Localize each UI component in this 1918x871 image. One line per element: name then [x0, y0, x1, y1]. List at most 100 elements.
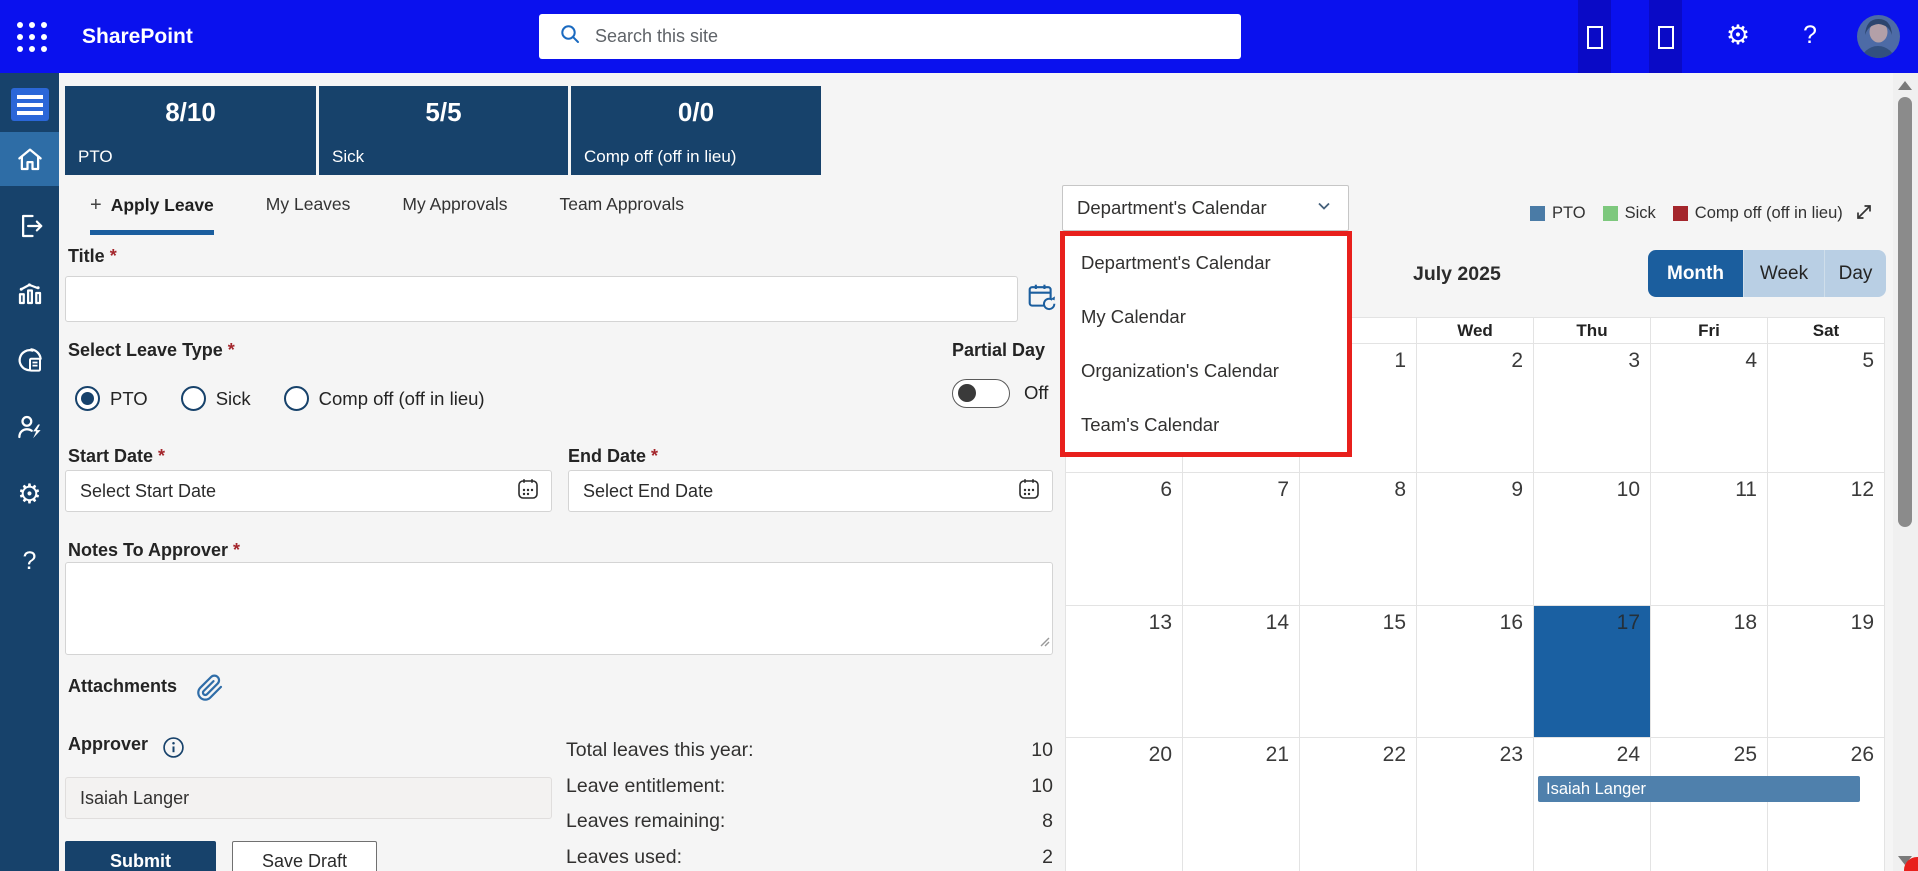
radio-circle	[283, 386, 309, 411]
calendar-cell[interactable]: 23	[1417, 738, 1534, 871]
date-picker-icon[interactable]	[515, 476, 541, 507]
leave-summary: Total leaves this year: 10 Leave entitleme…	[566, 733, 1053, 871]
sharepoint-brand[interactable]: SharePoint	[82, 0, 193, 73]
calendar-cell[interactable]: 4	[1651, 344, 1768, 473]
end-date-input[interactable]: Select End Date	[568, 470, 1053, 512]
site-search-input[interactable]: Search this site	[539, 14, 1241, 59]
paperclip-icon[interactable]	[196, 674, 224, 707]
tab-my-approvals[interactable]: My Approvals	[402, 194, 507, 235]
calendar-cell[interactable]: 7	[1183, 473, 1300, 606]
calendar-cell[interactable]: 6	[1066, 473, 1183, 606]
calendar-cell[interactable]: 25	[1651, 738, 1768, 871]
calendar-cell[interactable]: 17	[1534, 606, 1651, 738]
calendar-cell[interactable]: 14	[1183, 606, 1300, 738]
menu-item-organization-s-calendar[interactable]: Organization's Calendar	[1065, 344, 1347, 398]
leave-type-radio-pto[interactable]: PTO	[75, 386, 148, 411]
radio-label: Sick	[215, 387, 251, 409]
left-nav: ⚙?	[0, 73, 59, 871]
sidebar-item-user-admin[interactable]	[0, 400, 59, 454]
tab-apply-leave[interactable]: + Apply Leave	[90, 194, 214, 235]
settings-gear-icon[interactable]: ⚙	[1720, 0, 1756, 73]
unknown-glyph-icon[interactable]	[1587, 26, 1603, 49]
sidebar-item-menu[interactable]	[0, 84, 59, 125]
approver-label: Approver	[68, 734, 149, 754]
expand-icon[interactable]	[1853, 201, 1875, 228]
calendar-cell[interactable]: 26	[1768, 738, 1885, 871]
calendar-cell[interactable]: 22	[1300, 738, 1417, 871]
scroll-up-arrow[interactable]	[1898, 81, 1912, 90]
calendar-cell[interactable]: 20	[1066, 738, 1183, 871]
calendar-cell[interactable]: 3	[1534, 344, 1651, 473]
calendar-cell[interactable]: 10	[1534, 473, 1651, 606]
menu-item-department-s-calendar[interactable]: Department's Calendar	[1065, 236, 1347, 290]
help-icon[interactable]: ?	[1792, 0, 1828, 73]
summary-row: Total leaves this year: 10	[566, 733, 1053, 769]
header-band	[1578, 0, 1611, 73]
stat-card-label: PTO	[78, 147, 113, 166]
legend-item-pto: PTO	[1530, 204, 1586, 223]
save-draft-button[interactable]: Save Draft	[232, 841, 377, 871]
tab-my-leaves[interactable]: My Leaves	[266, 194, 351, 235]
calendar-cell[interactable]: 21	[1183, 738, 1300, 871]
calendar-cell[interactable]: 11	[1651, 473, 1768, 606]
calendar-cell[interactable]: 8	[1300, 473, 1417, 606]
sidebar-item-sign-out[interactable]	[0, 199, 59, 253]
user-avatar[interactable]	[1857, 15, 1900, 58]
summary-row: Leave entitlement: 10	[566, 769, 1053, 805]
header-band	[1649, 0, 1682, 73]
notes-textarea[interactable]	[65, 562, 1053, 655]
calendar-event[interactable]: Isaiah Langer	[1538, 776, 1860, 802]
unknown-glyph-icon[interactable]	[1658, 26, 1674, 49]
info-icon[interactable]	[162, 736, 185, 764]
calendar-cell[interactable]: 12	[1768, 473, 1885, 606]
resize-handle[interactable]	[1038, 634, 1050, 652]
scrollbar-thumb[interactable]	[1898, 97, 1912, 527]
leave-type-radio-group: PTO Sick Comp off (off in lieu)	[75, 386, 485, 411]
legend-item-comp: Comp off (off in lieu)	[1672, 204, 1843, 223]
view-button-day[interactable]: Day	[1824, 250, 1886, 297]
leave-type-radio-comp[interactable]: Comp off (off in lieu)	[283, 386, 485, 411]
calendar-sync-icon[interactable]	[1026, 281, 1058, 318]
calendar-cell[interactable]: 5	[1768, 344, 1885, 473]
calendar-cell[interactable]: 13	[1066, 606, 1183, 738]
sidebar-item-help[interactable]: ?	[0, 534, 59, 588]
summary-row: Leaves remaining: 8	[566, 804, 1053, 840]
date-picker-icon[interactable]	[1016, 476, 1042, 507]
view-button-month[interactable]: Month	[1648, 250, 1743, 297]
plus-icon: +	[90, 194, 102, 216]
suite-header: SharePoint Search this site ⚙ ?	[0, 0, 1918, 73]
legend-swatch	[1530, 206, 1545, 221]
sidebar-item-analytics[interactable]	[0, 266, 59, 320]
calendar-cell[interactable]: 19	[1768, 606, 1885, 738]
calendar-cell[interactable]: 15	[1300, 606, 1417, 738]
partial-day-toggle[interactable]	[952, 379, 1010, 408]
menu-item-team-s-calendar[interactable]: Team's Calendar	[1065, 398, 1347, 452]
app-launcher-waffle-icon[interactable]	[15, 20, 49, 54]
tab-team-approvals[interactable]: Team Approvals	[559, 194, 684, 235]
sidebar-item-home[interactable]	[0, 132, 59, 186]
view-switcher: Month Week Day	[1648, 250, 1886, 297]
menu-item-my-calendar[interactable]: My Calendar	[1065, 290, 1347, 344]
submit-button[interactable]: Submit	[65, 841, 216, 871]
reports-icon	[18, 348, 42, 372]
calendar-month-title: July 2025	[1413, 263, 1501, 285]
approver-field[interactable]: Isaiah Langer	[65, 777, 552, 819]
start-date-input[interactable]: Select Start Date	[65, 470, 552, 512]
calendar-cell[interactable]: 2	[1417, 344, 1534, 473]
calendar-cell[interactable]: 16	[1417, 606, 1534, 738]
calendar-selector-dropdown[interactable]: Department's Calendar	[1062, 185, 1349, 231]
summary-label: Leaves remaining:	[566, 810, 726, 833]
notes-label: Notes To Approver *	[68, 540, 241, 560]
calendar-cell[interactable]: 24	[1534, 738, 1651, 871]
view-button-week[interactable]: Week	[1743, 250, 1824, 297]
calendar-cell[interactable]: 9	[1417, 473, 1534, 606]
title-input[interactable]	[65, 276, 1018, 322]
sidebar-item-settings-gear[interactable]: ⚙	[0, 467, 59, 521]
day-header: Sat	[1768, 318, 1885, 344]
tab-label: Team Approvals	[559, 194, 684, 214]
calendar-cell[interactable]: 18	[1651, 606, 1768, 738]
user-admin-icon	[17, 415, 41, 439]
leave-type-radio-sick[interactable]: Sick	[180, 386, 251, 411]
sidebar-item-reports[interactable]	[0, 333, 59, 387]
menu-icon	[10, 88, 49, 121]
